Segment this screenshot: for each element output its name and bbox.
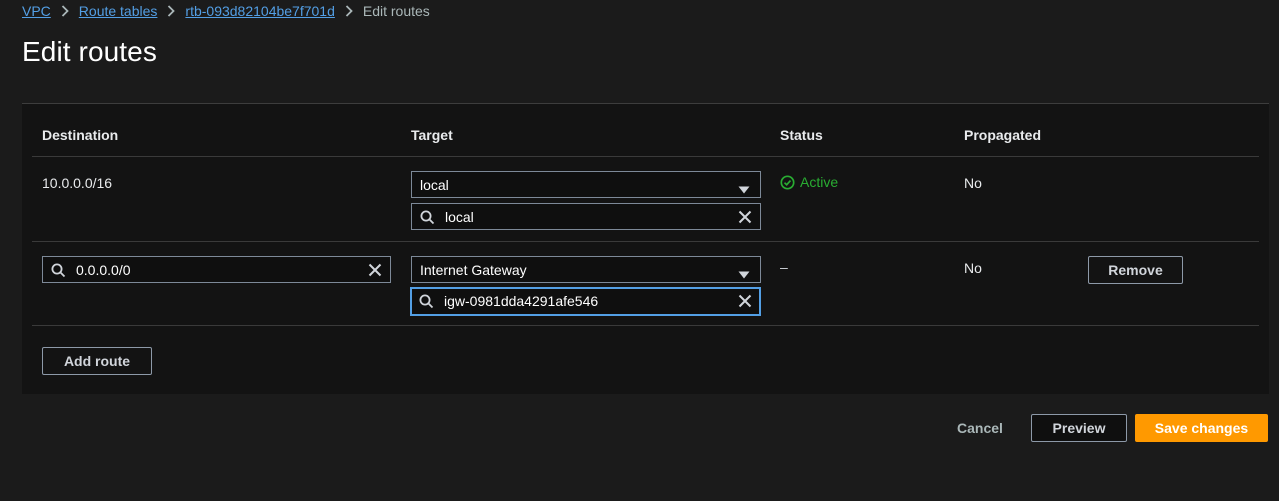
- target-type-value: Internet Gateway: [420, 261, 527, 278]
- preview-button[interactable]: Preview: [1031, 414, 1127, 442]
- target-search-value: igw-0981dda4291afe546: [444, 293, 599, 309]
- destination-input[interactable]: 0.0.0.0/0: [42, 256, 391, 283]
- cancel-button[interactable]: Cancel: [948, 414, 1012, 442]
- target-search-value: local: [445, 209, 474, 225]
- breadcrumb-vpc[interactable]: VPC: [22, 3, 51, 19]
- target-type-select[interactable]: Internet Gateway: [411, 256, 761, 283]
- page-title: Edit routes: [22, 36, 157, 67]
- search-icon: [420, 210, 435, 228]
- column-header-propagated: Propagated: [964, 127, 1042, 143]
- clear-icon[interactable]: [738, 210, 752, 227]
- status-text: –: [780, 259, 788, 275]
- chevron-right-icon: [345, 5, 353, 17]
- row-divider: [32, 241, 1259, 242]
- status-badge: Active: [780, 174, 838, 190]
- row-divider: [32, 156, 1259, 157]
- breadcrumb-route-tables[interactable]: Route tables: [79, 3, 158, 19]
- row-divider: [32, 325, 1259, 326]
- status-text: Active: [800, 174, 839, 190]
- target-search-input[interactable]: local: [411, 203, 761, 230]
- clear-icon[interactable]: [738, 294, 752, 311]
- breadcrumb-current: Edit routes: [362, 3, 430, 19]
- column-header-status: Status: [780, 127, 823, 143]
- propagated-value: No: [964, 175, 982, 191]
- breadcrumb: VPC Route tables rtb-093d82104be7f701d E…: [22, 2, 430, 20]
- caret-down-icon: [738, 266, 750, 282]
- route-destination-text: 10.0.0.0/16: [42, 175, 113, 191]
- propagated-value: No: [964, 260, 982, 276]
- routes-panel: Destination Target Status Propagated 10.…: [22, 103, 1269, 394]
- remove-route-button[interactable]: Remove: [1088, 256, 1183, 284]
- column-header-destination: Destination: [42, 127, 119, 143]
- column-header-target: Target: [411, 127, 453, 143]
- save-changes-button[interactable]: Save changes: [1135, 414, 1268, 442]
- check-circle-icon: [780, 174, 795, 190]
- search-icon: [51, 263, 66, 281]
- target-type-value: local: [420, 176, 449, 193]
- chevron-right-icon: [61, 5, 69, 17]
- search-icon: [419, 294, 434, 312]
- add-route-button[interactable]: Add route: [42, 347, 152, 375]
- breadcrumb-route-table-id[interactable]: rtb-093d82104be7f701d: [185, 3, 334, 19]
- destination-value: 0.0.0.0/0: [76, 262, 131, 278]
- chevron-right-icon: [167, 5, 176, 17]
- caret-down-icon: [738, 181, 750, 197]
- target-type-select[interactable]: local: [411, 171, 761, 198]
- target-search-input[interactable]: igw-0981dda4291afe546: [410, 287, 761, 316]
- clear-icon[interactable]: [368, 263, 382, 280]
